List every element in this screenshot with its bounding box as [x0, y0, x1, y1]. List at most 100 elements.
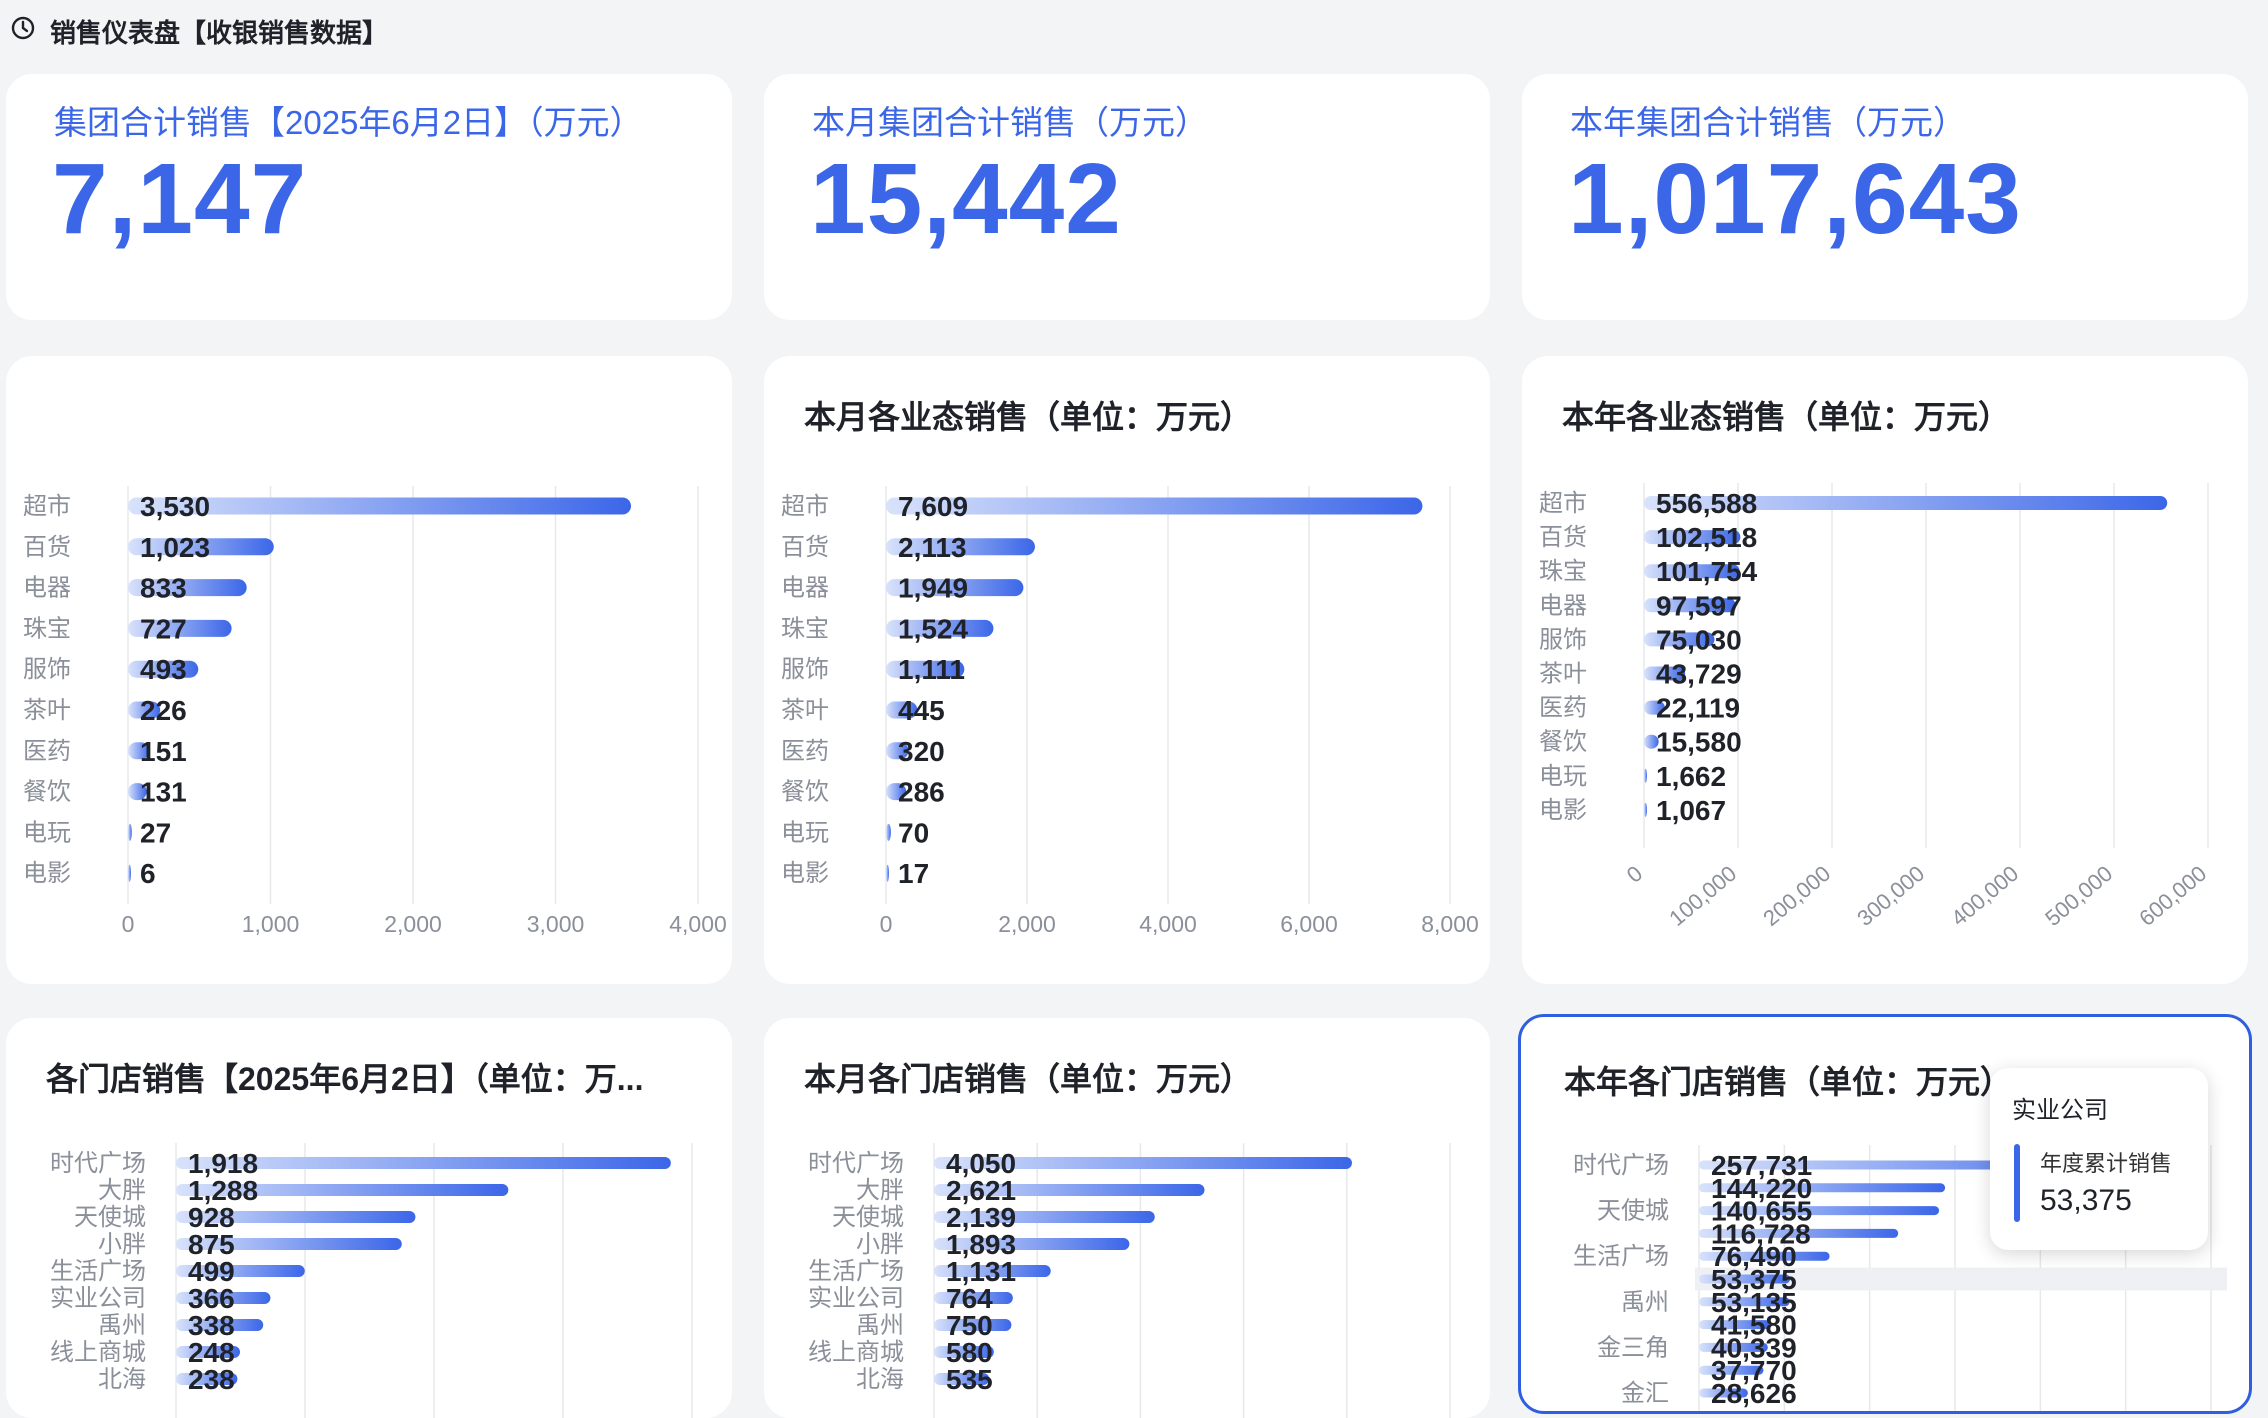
- category-label: 百货: [23, 534, 71, 561]
- category-label: 餐饮: [1539, 729, 1587, 756]
- category-label: 大胖: [98, 1177, 146, 1204]
- category-label: 禹州: [1621, 1289, 1669, 1316]
- category-label: 线上商城: [50, 1339, 146, 1366]
- axis-tick-label: 400,000: [1946, 861, 2023, 931]
- data-label: 1,067: [1656, 795, 1726, 826]
- category-label: 电影: [1539, 797, 1587, 824]
- tooltip-series-label: 年度累计销售: [2040, 1151, 2173, 1176]
- category-label: 电影: [781, 860, 829, 887]
- category-label: 服饰: [1539, 626, 1587, 653]
- data-label: 2,113: [898, 532, 967, 563]
- axis-tick-label: 0: [1622, 861, 1647, 888]
- data-label: 97,597: [1656, 590, 1742, 621]
- tooltip-series-marker: [2014, 1144, 2020, 1222]
- category-label: 时代广场: [1573, 1152, 1669, 1179]
- category-label: 医药: [23, 738, 71, 765]
- data-label: 320: [898, 736, 945, 767]
- axis-tick-label: 500,000: [2040, 861, 2117, 931]
- axis-tick-label: 200,000: [1758, 861, 1835, 931]
- chart-card-format-month[interactable]: 本月各业态销售（单位：万元） 0 2,000 4,000 6,000 8,000 超市 7,…: [764, 356, 1490, 984]
- category-label: 茶叶: [1539, 661, 1587, 688]
- bar: [128, 864, 131, 882]
- chart-tooltip: 实业公司 年度累计销售 53,375: [1990, 1068, 2208, 1250]
- axis-tick-label: 2,000: [998, 911, 1056, 937]
- category-label: 服饰: [781, 656, 829, 683]
- data-label: 22,119: [1656, 693, 1740, 724]
- axis-tick-label: 4,000: [1139, 911, 1197, 937]
- axis-tick-label: 1,000: [242, 911, 300, 937]
- category-label: 北海: [856, 1366, 904, 1393]
- category-label: 北海: [98, 1366, 146, 1393]
- axis-tick-label: 6,000: [1280, 911, 1338, 937]
- data-label: 17: [898, 858, 929, 889]
- data-label: 1,524: [898, 613, 968, 644]
- axis-tick-label: 0: [122, 911, 135, 937]
- category-label: 时代广场: [808, 1150, 904, 1177]
- data-label: 28,626: [1711, 1378, 1797, 1409]
- data-label: 1,111: [898, 654, 965, 685]
- category-label: 电器: [1539, 592, 1587, 619]
- chart-card-store-today[interactable]: 各门店销售【2025年6月2日】（单位：万... 时代广场 1,918 大胖 1,28…: [6, 1018, 732, 1418]
- category-label: 禹州: [856, 1312, 904, 1339]
- kpi-card-year[interactable]: 本年集团合计销售（万元） 1,017,643: [1522, 74, 2248, 320]
- bar: [886, 864, 889, 882]
- axis-tick-label: 100,000: [1664, 861, 1741, 931]
- category-label: 茶叶: [23, 697, 71, 724]
- axis-tick-label: 8,000: [1421, 911, 1479, 937]
- chart-card-format-today[interactable]: 0 1,000 2,000 3,000 4,000 超市 3,530 百货 1,023 电器 833…: [6, 356, 732, 984]
- data-label: 6: [140, 858, 156, 889]
- data-label: 238: [188, 1364, 235, 1395]
- data-label: 7,609: [898, 491, 968, 522]
- bar: [1644, 768, 1647, 783]
- data-label: 102,518: [1656, 522, 1757, 553]
- bar: [886, 823, 891, 841]
- data-label: 833: [140, 573, 187, 604]
- data-label: 75,030: [1656, 624, 1742, 655]
- kpi-card-month[interactable]: 本月集团合计销售（万元） 15,442: [764, 74, 1490, 320]
- tooltip-value: 53,375: [2040, 1184, 2132, 1217]
- category-label: 服饰: [23, 656, 71, 683]
- data-label: 131: [140, 777, 187, 808]
- category-label: 电器: [23, 575, 71, 602]
- category-label: 禹州: [98, 1312, 146, 1339]
- category-label: 天使城: [74, 1204, 146, 1231]
- axis-tick-label: 3,000: [527, 911, 585, 937]
- kpi-value: 1,017,643: [1568, 143, 2022, 255]
- category-label: 超市: [23, 493, 71, 520]
- category-label: 小胖: [98, 1231, 146, 1258]
- category-label: 百货: [781, 534, 829, 561]
- kpi-card-today[interactable]: 集团合计销售【2025年6月2日】（万元） 7,147: [6, 74, 732, 320]
- chart-card-store-month[interactable]: 本月各门店销售（单位：万元） 时代广场 4,050 大胖 2,621 天使城 2,139 小…: [764, 1018, 1490, 1418]
- data-label: 727: [140, 613, 187, 644]
- dashboard-header: 销售仪表盘【收银销售数据】: [0, 0, 2268, 58]
- category-label: 茶叶: [781, 697, 829, 724]
- category-label: 餐饮: [781, 779, 829, 806]
- category-label: 电玩: [1539, 763, 1587, 790]
- data-label: 101,754: [1656, 556, 1758, 587]
- chart-title: 本月各门店销售（单位：万元）: [804, 1061, 1253, 1097]
- kpi-label: 本月集团合计销售（万元）: [812, 104, 1208, 141]
- tooltip-store-name: 实业公司: [2012, 1097, 2108, 1124]
- category-label: 医药: [1539, 695, 1587, 722]
- data-label: 27: [140, 817, 171, 848]
- chart-title: 本月各业态销售（单位：万元）: [804, 399, 1253, 435]
- category-label: 电影: [23, 860, 71, 887]
- axis-tick-label: 4,000: [669, 911, 727, 937]
- chart-card-format-year[interactable]: 本年各业态销售（单位：万元） 0 100,000 200,000 300,000 400…: [1522, 356, 2248, 984]
- category-label: 超市: [781, 493, 829, 520]
- chart-title: 本年各门店销售（单位：万元）: [1564, 1064, 2013, 1100]
- category-label: 金三角: [1597, 1334, 1669, 1361]
- bar-chart-format-year: 0 100,000 200,000 300,000 400,000 500,000 600,…: [1539, 483, 2211, 931]
- category-label: 医药: [781, 738, 829, 765]
- kpi-value: 15,442: [810, 143, 1122, 255]
- data-label: 535: [946, 1364, 993, 1395]
- data-label: 3,530: [140, 491, 210, 522]
- data-label: 1,023: [140, 532, 210, 563]
- data-label: 15,580: [1656, 727, 1742, 758]
- kpi-label: 本年集团合计销售（万元）: [1570, 104, 1966, 141]
- data-label: 43,729: [1656, 659, 1742, 690]
- clock-icon: [11, 16, 35, 40]
- category-label: 天使城: [1597, 1198, 1669, 1225]
- data-label: 226: [140, 695, 187, 726]
- data-label: 151: [140, 736, 187, 767]
